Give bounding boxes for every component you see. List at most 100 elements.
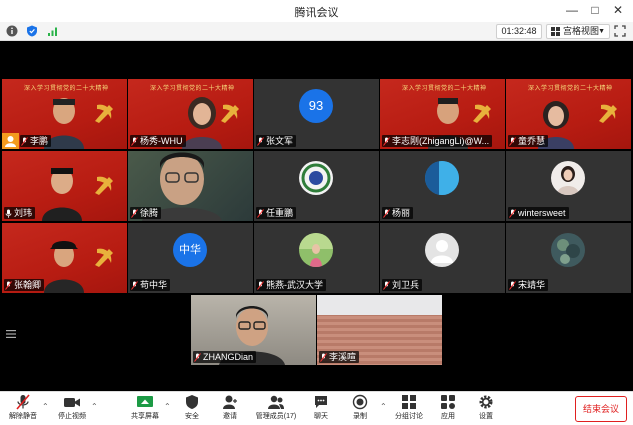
participant-name-tag: ZHANGDian: [193, 351, 257, 363]
participant-name-tag: 童乔慧: [508, 135, 549, 147]
avatar: 93: [299, 89, 333, 123]
chevron-up-icon[interactable]: ⌃: [380, 402, 387, 411]
chevron-up-icon[interactable]: ⌃: [164, 402, 171, 411]
apps-button[interactable]: 应用: [436, 394, 460, 421]
video-tile[interactable]: 深入学习贯彻党的二十大精神 童乔慧: [506, 79, 631, 149]
video-tile[interactable]: 张翰卿: [2, 223, 127, 293]
chevron-up-icon[interactable]: ⌃: [42, 402, 49, 411]
record-icon: [352, 394, 368, 410]
mic-muted-icon: [383, 136, 390, 146]
participant-name: 宋靖华: [518, 280, 546, 290]
mic-muted-icon: [509, 136, 516, 146]
participant-name: 徐腾: [140, 208, 159, 218]
participant-name-tag: 刘玮: [4, 207, 36, 219]
chat-icon: [315, 396, 327, 408]
video-tile[interactable]: 中华 苟中华: [128, 223, 253, 293]
mic-muted-icon: [257, 208, 264, 218]
meeting-timer: 01:32:48: [496, 24, 542, 39]
participant-name: 张翰卿: [14, 280, 42, 290]
party-emblem-icon: [95, 248, 113, 267]
info-icon[interactable]: [6, 25, 18, 37]
video-tile[interactable]: ZHANGDian: [191, 295, 316, 365]
shield-icon[interactable]: [26, 25, 38, 37]
invite-button[interactable]: 邀请: [218, 394, 242, 421]
signal-icon[interactable]: [47, 25, 59, 37]
breakout-icon: [402, 395, 416, 409]
participant-name-tag: 李溪喧: [319, 351, 360, 363]
avatar: [425, 233, 459, 267]
participant-name: ZHANGDian: [203, 352, 254, 362]
unmute-button[interactable]: 解除静音: [6, 394, 40, 421]
participant-name: 李鹏: [30, 136, 49, 146]
video-tile[interactable]: 深入学习贯彻党的二十大精神 李志刚(ZhigangLi)@W...: [380, 79, 505, 149]
chat-label: 聊天: [314, 413, 328, 420]
apps-label: 应用: [441, 413, 455, 420]
participant-video: [44, 241, 84, 293]
manage-members-label: 管理成员(17): [255, 413, 297, 420]
video-tile[interactable]: 刘卫兵: [380, 223, 505, 293]
participant-name: 杨丽: [392, 208, 411, 218]
video-tile[interactable]: 李溪喧: [317, 295, 442, 365]
party-emblem-icon: [473, 104, 491, 123]
security-button[interactable]: 安全: [180, 394, 204, 421]
video-tile[interactable]: 深入学习贯彻党的二十大精神 李鹏: [2, 79, 127, 149]
video-tile[interactable]: 杨丽: [380, 151, 505, 221]
title-bar: 腾讯会议 — □ ✕: [0, 0, 633, 23]
video-tile[interactable]: 任重鵬: [254, 151, 379, 221]
invite-label: 邀请: [223, 413, 237, 420]
mic-muted-icon: [257, 136, 264, 146]
mic-muted-icon: [257, 280, 264, 290]
breakout-rooms-button[interactable]: 分组讨论: [392, 394, 426, 421]
participant-name-tag: 杨丽: [382, 207, 414, 219]
video-tile[interactable]: 熊燕-武汉大学: [254, 223, 379, 293]
participant-name: 童乔慧: [518, 136, 546, 146]
mic-muted-icon: [131, 136, 138, 146]
video-tile[interactable]: 宋靖华: [506, 223, 631, 293]
fullscreen-icon[interactable]: [614, 25, 626, 37]
mic-muted-icon: [509, 208, 516, 218]
stop-video-button[interactable]: 停止视频: [55, 394, 89, 421]
view-switcher[interactable]: 宫格视图 ▼: [546, 24, 610, 39]
participant-name-tag: 徐腾: [130, 207, 162, 219]
participant-name-tag: 杨秀-WHU: [130, 135, 186, 147]
participant-name-tag: 张文军: [256, 135, 297, 147]
participant-name: 苟中华: [140, 280, 168, 290]
avatar: [551, 161, 585, 195]
video-tile[interactable]: 93 张文军: [254, 79, 379, 149]
video-tile[interactable]: 刘玮: [2, 151, 127, 221]
participant-name: 熊燕-武汉大学: [266, 280, 323, 290]
participant-video: [182, 97, 222, 149]
banner-slogan: 深入学习贯彻党的二十大精神: [402, 86, 487, 92]
sidebar-handle-icon[interactable]: [6, 325, 16, 343]
window-title: 腾讯会议: [294, 7, 339, 19]
participant-name: 张文军: [266, 136, 294, 146]
manage-members-button[interactable]: 管理成员(17): [252, 394, 300, 421]
chevron-up-icon[interactable]: ⌃: [91, 402, 98, 411]
mic-muted-icon: [21, 136, 28, 146]
record-button[interactable]: 录制: [348, 394, 372, 421]
banner-slogan: 深入学习贯彻党的二十大精神: [24, 86, 109, 92]
avatar: 中华: [173, 233, 207, 267]
participant-name-tag: wintersweet: [508, 207, 569, 219]
view-switcher-label: 宫格视图: [563, 26, 600, 36]
avatar: [551, 233, 585, 267]
close-icon[interactable]: ✕: [611, 3, 625, 17]
settings-button[interactable]: 设置: [474, 394, 498, 421]
record-label: 录制: [353, 413, 367, 420]
participant-name: 刘玮: [14, 208, 33, 218]
video-tile[interactable]: wintersweet: [506, 151, 631, 221]
mic-muted-icon: [16, 394, 30, 410]
participant-name-tag: 宋靖华: [508, 279, 549, 291]
share-screen-button[interactable]: 共享屏幕: [128, 394, 162, 421]
stop-video-label: 停止视频: [58, 413, 86, 420]
maximize-icon[interactable]: □: [588, 3, 602, 17]
participant-name-tag: 熊燕-武汉大学: [256, 279, 326, 291]
chat-button[interactable]: 聊天: [309, 394, 333, 421]
video-grid: 深入学习贯彻党的二十大精神 李鹏 深入学习贯彻党的二十大精神 杨秀-WHU 93…: [0, 41, 633, 391]
mic-muted-icon: [509, 280, 516, 290]
video-tile[interactable]: 深入学习贯彻党的二十大精神 杨秀-WHU: [128, 79, 253, 149]
avatar: [299, 161, 333, 195]
minimize-icon[interactable]: —: [565, 3, 579, 17]
end-meeting-button[interactable]: 结束会议: [575, 396, 627, 422]
video-tile[interactable]: 徐腾: [128, 151, 253, 221]
